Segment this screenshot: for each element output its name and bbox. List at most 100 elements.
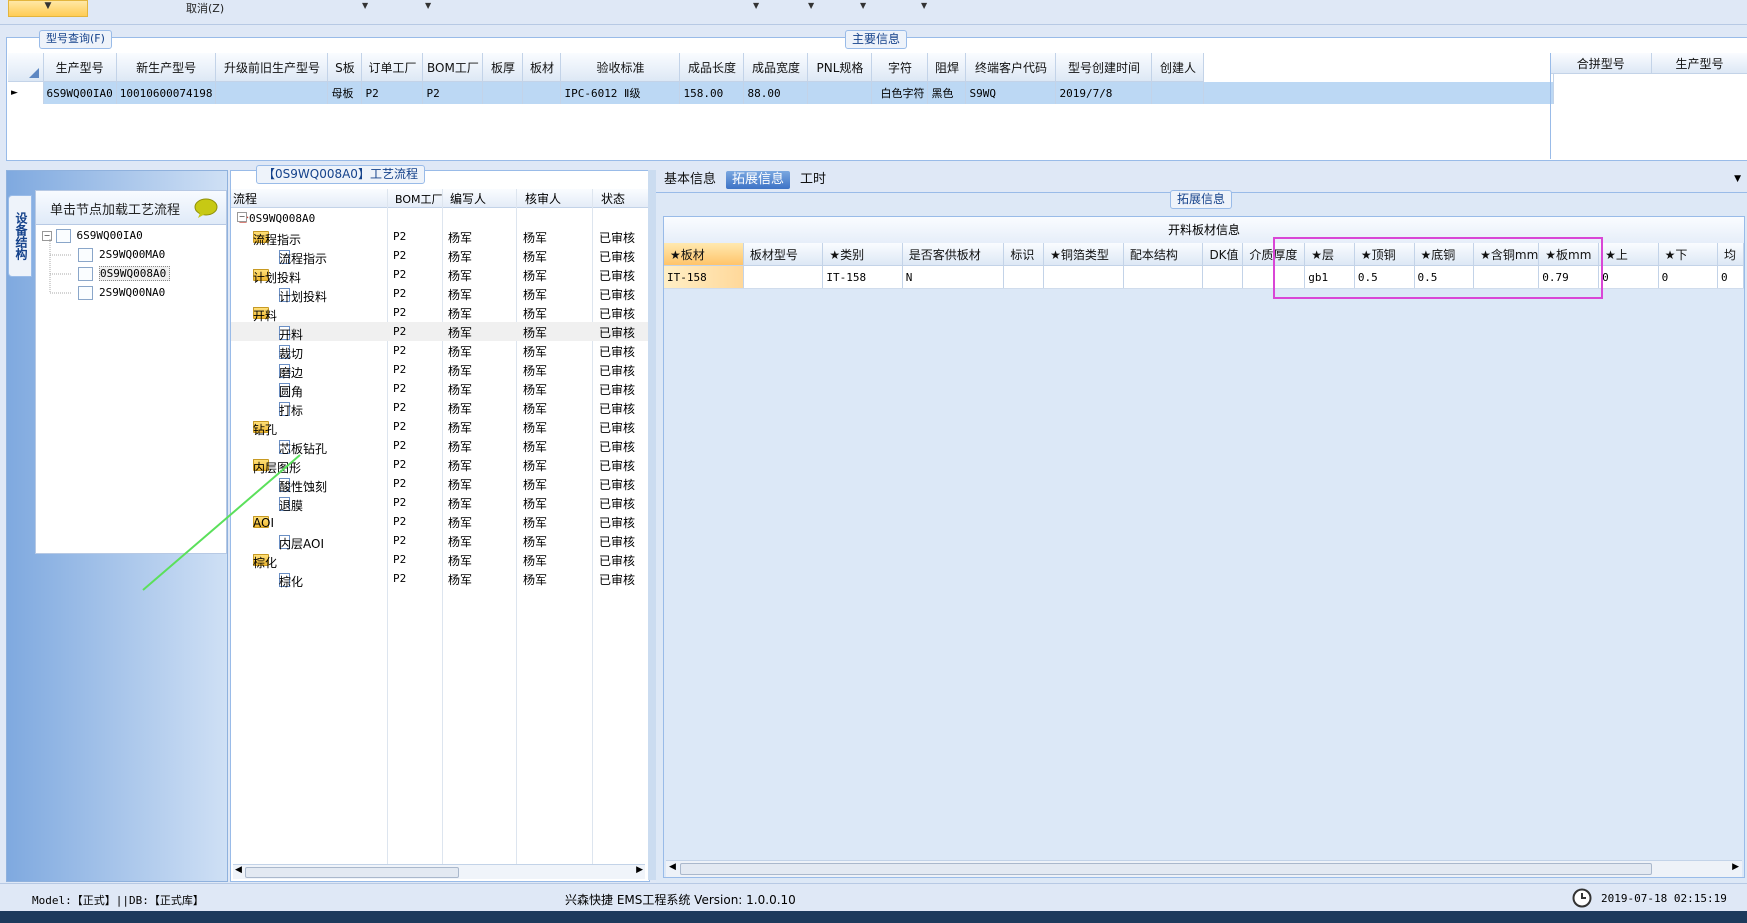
scrollbar-thumb[interactable] (680, 863, 1652, 875)
table-cell[interactable]: 0 (1658, 265, 1719, 289)
column-header[interactable]: S板 (327, 53, 363, 82)
toolbar-dropdown[interactable]: ▼ (8, 0, 88, 17)
process-row[interactable]: 棕化 P2 杨军 杨军 已审核 (231, 569, 649, 589)
scroll-left-icon[interactable]: ◀ (235, 865, 242, 875)
process-row[interactable]: 开料 P2 杨军 杨军 已审核 (231, 322, 649, 342)
column-header[interactable]: 生产型号 (43, 53, 117, 82)
tab-extended-info[interactable]: 拓展信息 (726, 171, 791, 189)
process-row[interactable]: − 棕化P2杨军杨军已审核 (231, 550, 649, 570)
dropdown-arrow-icon[interactable]: ▼ (921, 1, 927, 10)
merge-model-list[interactable]: 合拼型号 生产型号 (1550, 53, 1747, 159)
column-header[interactable]: 终端客户代码 (965, 53, 1057, 82)
table-cell[interactable] (1123, 265, 1204, 289)
process-row[interactable]: − 流程指示P2杨军杨军已审核 (231, 227, 649, 247)
process-row[interactable]: 裁切 P2 杨军 杨军 已审核 (231, 341, 649, 361)
table-cell[interactable]: S9WQ (965, 81, 1057, 104)
table-cell[interactable]: 白色字符 (871, 81, 929, 104)
table-cell[interactable]: P2 (361, 81, 424, 104)
process-row[interactable]: − 开料P2杨军杨军已审核 (231, 303, 649, 323)
tab-basic-info[interactable]: 基本信息 (658, 171, 722, 189)
column-header[interactable]: ★板材 (664, 243, 744, 266)
column-header[interactable]: ★铜箔类型 (1043, 243, 1124, 266)
column-header[interactable]: 板材型号 (743, 243, 824, 266)
column-header[interactable]: 型号创建时间 (1055, 53, 1153, 82)
column-header[interactable]: 是否客供板材 (902, 243, 1005, 266)
table-cell[interactable]: 0 (1598, 265, 1659, 289)
horizontal-scrollbar[interactable]: ◀ ▶ (666, 860, 1742, 877)
tab-menu-dropdown-icon[interactable]: ▼ (1734, 174, 1741, 184)
table-cell[interactable]: IPC-6012 Ⅱ级 (560, 81, 681, 104)
column-header[interactable]: 核审人 (525, 190, 561, 207)
column-header[interactable]: 字符 (871, 53, 929, 82)
column-header[interactable]: 合拼型号 (1551, 53, 1652, 74)
table-cell[interactable] (522, 81, 562, 104)
collapse-icon[interactable]: − (237, 212, 247, 222)
process-row[interactable]: 芯板钻孔 P2 杨军 杨军 已审核 (231, 436, 649, 456)
tab-equipment-structure[interactable]: 设备结构 (8, 195, 32, 277)
column-header[interactable]: 状态 (601, 190, 625, 207)
scroll-right-icon[interactable]: ▶ (1732, 862, 1739, 872)
table-cell[interactable]: IT-158 (822, 265, 903, 289)
column-header[interactable]: 创建人 (1151, 53, 1205, 82)
column-header[interactable]: 升级前旧生产型号 (215, 53, 329, 82)
table-cell[interactable]: 黑色 (927, 81, 967, 104)
tab-work-hours[interactable]: 工时 (794, 171, 832, 189)
panel-splitter[interactable] (648, 170, 656, 880)
table-cell[interactable] (1043, 265, 1124, 289)
horizontal-scrollbar[interactable]: ◀ ▶ (233, 864, 645, 879)
column-header[interactable]: 订单工厂 (361, 53, 424, 82)
column-header[interactable]: DK值 (1202, 243, 1244, 266)
table-cell[interactable] (807, 81, 873, 104)
table-cell[interactable] (1003, 265, 1045, 289)
model-query-caption[interactable]: 型号查询(F) (39, 30, 112, 49)
table-cell[interactable]: IT-158 (664, 265, 744, 289)
column-header[interactable]: 阻焊 (927, 53, 967, 82)
column-header[interactable]: ★上 (1598, 243, 1659, 266)
process-row[interactable]: 退膜 P2 杨军 杨军 已审核 (231, 493, 649, 513)
process-row[interactable]: 打标 P2 杨军 杨军 已审核 (231, 398, 649, 418)
process-row[interactable]: 计划投料 P2 杨军 杨军 已审核 (231, 284, 649, 304)
table-cell[interactable] (743, 265, 824, 289)
column-header[interactable]: PNL规格 (807, 53, 873, 82)
column-header[interactable]: 配本结构 (1123, 243, 1204, 266)
table-cell[interactable]: 10010600074198 (116, 81, 217, 104)
column-header[interactable]: 生产型号 (1651, 53, 1747, 74)
column-header[interactable]: 新生产型号 (116, 53, 217, 82)
dropdown-arrow-icon[interactable]: ▼ (753, 1, 759, 10)
column-header[interactable]: 成品长度 (679, 53, 745, 82)
column-header[interactable]: BOM工厂 (395, 191, 443, 207)
scroll-right-icon[interactable]: ▶ (636, 865, 643, 875)
scrollbar-thumb[interactable] (245, 867, 459, 878)
table-cell[interactable]: 0 (1717, 265, 1744, 289)
column-header[interactable]: 编写人 (450, 190, 486, 207)
table-cell[interactable]: P2 (422, 81, 484, 104)
process-row[interactable]: 磨边 P2 杨军 杨军 已审核 (231, 360, 649, 380)
process-row[interactable]: − 0S9WQ008A0 (231, 208, 649, 227)
column-header[interactable]: ★类别 (822, 243, 903, 266)
column-header[interactable]: ★下 (1658, 243, 1719, 266)
table-cell[interactable]: 88.00 (743, 81, 809, 104)
table-cell[interactable] (1151, 81, 1205, 104)
dropdown-arrow-icon[interactable]: ▼ (362, 1, 368, 10)
process-row[interactable]: 内层AOI P2 杨军 杨军 已审核 (231, 531, 649, 551)
process-row[interactable]: 圆角 P2 杨军 杨军 已审核 (231, 379, 649, 399)
cancel-button[interactable]: 取消(Z) (186, 0, 224, 16)
column-header[interactable]: 标识 (1003, 243, 1045, 266)
process-row[interactable]: − 钻孔P2杨军杨军已审核 (231, 417, 649, 437)
process-row[interactable]: − 计划投料P2杨军杨军已审核 (231, 265, 649, 285)
table-cell[interactable]: N (902, 265, 1005, 289)
column-header[interactable]: BOM工厂 (422, 53, 484, 82)
table-cell[interactable] (1202, 265, 1244, 289)
table-cell[interactable]: 158.00 (679, 81, 745, 104)
table-cell[interactable] (482, 81, 524, 104)
process-row[interactable]: − AOIP2杨军杨军已审核 (231, 512, 649, 531)
dropdown-arrow-icon[interactable]: ▼ (425, 1, 431, 10)
column-header[interactable]: 验收标准 (560, 53, 681, 82)
table-cell[interactable]: 6S9WQ00IA0 (43, 81, 117, 104)
table-cell[interactable]: 母板 (327, 81, 363, 104)
scroll-left-icon[interactable]: ◀ (669, 862, 676, 872)
process-row[interactable]: 酸性蚀刻 P2 杨军 杨军 已审核 (231, 474, 649, 494)
dropdown-arrow-icon[interactable]: ▼ (808, 1, 814, 10)
table-row[interactable]: ► 6S9WQ00IA0 10010600074198 母板 P2 P2 IPC… (8, 81, 1555, 104)
process-row[interactable]: − 内层图形P2杨军杨军已审核 (231, 455, 649, 475)
